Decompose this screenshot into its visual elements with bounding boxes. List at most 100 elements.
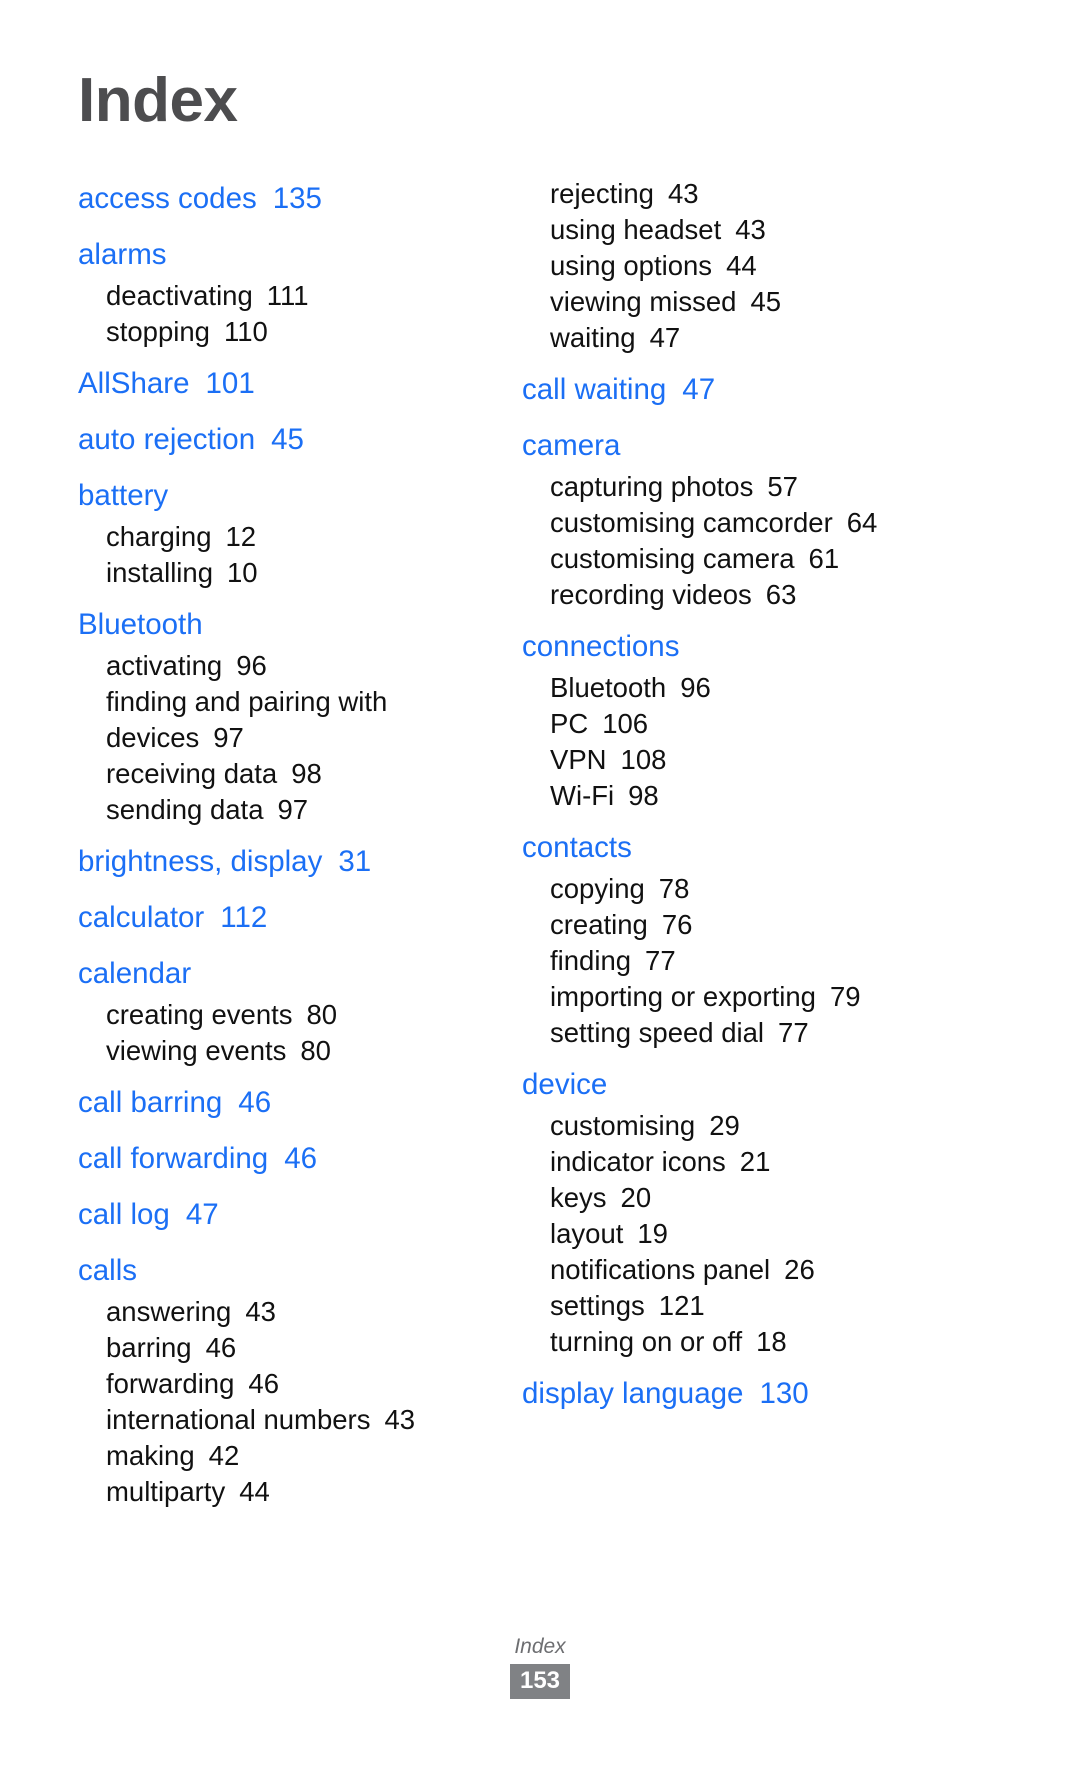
index-entry-term: making [106, 1440, 195, 1471]
index-entry-term: receiving data [106, 758, 278, 789]
index-entry-sub: using options 44 [522, 248, 938, 284]
index-entry-term: call forwarding [78, 1142, 269, 1175]
index-entry-page-number: 77 [645, 945, 676, 976]
index-entry-page-number: 21 [739, 1146, 771, 1177]
page-title: Index [78, 66, 238, 135]
index-entry-term: using options [550, 250, 713, 281]
index-entry-term: display language [522, 1377, 744, 1410]
index-entry-page-number: 101 [205, 367, 255, 400]
index-entry-page-number: 108 [620, 744, 667, 775]
index-entry-page-number: 63 [765, 579, 797, 610]
index-entry-term: deactivating [106, 280, 253, 311]
index-entry-sub: layout 19 [522, 1216, 938, 1252]
index-entry-page-number: 18 [756, 1326, 787, 1357]
index-entry-page-number: 12 [225, 521, 257, 552]
index-entry-term: charging [106, 521, 212, 552]
index-entry-term: activating [106, 650, 223, 681]
index-entry-sub: turning on or off 18 [522, 1324, 938, 1360]
index-entry-main: call log 47 [78, 1192, 490, 1237]
index-entry-term: importing or exporting [550, 981, 816, 1012]
index-entry-sub: customising camcorder 64 [522, 505, 938, 541]
index-entry-sub: notifications panel 26 [522, 1252, 938, 1288]
index-entry-page-number: 130 [759, 1377, 809, 1410]
index-entry-page-number: 45 [271, 423, 304, 456]
index-entry-term: creating events [106, 999, 293, 1030]
index-entry-sub: forwarding 46 [78, 1366, 490, 1402]
index-entry-page-number: 98 [628, 780, 659, 811]
index-entry-term: stopping [106, 316, 210, 347]
index-entry-sub: PC 106 [522, 706, 938, 742]
index-entry-main: display language 130 [522, 1371, 938, 1416]
index-entry-term: waiting [550, 322, 636, 353]
index-entry-page-number: 46 [284, 1142, 318, 1175]
index-entry-sub: VPN 108 [522, 742, 938, 778]
index-entry-sub: Bluetooth 96 [522, 670, 938, 706]
index-entry-term: customising [550, 1110, 696, 1141]
index-entry-term: setting speed dial [550, 1017, 765, 1048]
index-entry-sub: customising camera 61 [522, 541, 938, 577]
index-entry-sub: finding 77 [522, 943, 938, 979]
index-entry-page-number: 135 [272, 182, 322, 215]
index-entry-term: call waiting [522, 373, 667, 406]
index-entry-term: device [522, 1068, 608, 1101]
index-entry-sub: multiparty 44 [78, 1474, 490, 1510]
index-columns: access codes 135 alarms deactivating 111 stop… [78, 176, 1008, 1510]
index-entry-main: call waiting 47 [522, 367, 938, 412]
index-entry-term: AllShare [78, 367, 190, 400]
index-entry-page-number: 64 [846, 507, 878, 538]
index-entry-page-number: 79 [829, 981, 861, 1012]
index-entry-sub: indicator icons 21 [522, 1144, 938, 1180]
index-entry-term: calculator [78, 901, 205, 934]
index-entry-page-number: 80 [306, 999, 338, 1030]
right-column: rejecting 43 using headset 43 using options 4… [508, 176, 938, 1416]
index-entry-page-number: 96 [236, 650, 267, 681]
index-entry-term: alarms [78, 238, 167, 271]
index-entry-page-number: 106 [602, 708, 649, 739]
index-entry-page-number: 97 [213, 722, 244, 753]
index-entry-sub: capturing photos 57 [522, 469, 938, 505]
index-entry-main: calendar [78, 951, 490, 996]
index-entry-term: sending data [106, 794, 264, 825]
index-entry-page-number: 44 [239, 1476, 270, 1507]
index-entry-term: PC [550, 708, 589, 739]
index-entry-main: camera [522, 423, 938, 468]
index-entry-sub: receiving data 98 [78, 756, 490, 792]
index-entry-page-number: 43 [384, 1404, 416, 1435]
index-entry-term: viewing missed [550, 286, 737, 317]
index-entry-term: customising camera [550, 543, 795, 574]
index-entry-main: Bluetooth [78, 602, 490, 647]
index-entry-page-number: 43 [735, 214, 766, 245]
index-entry-sub: keys 20 [522, 1180, 938, 1216]
index-entry-sub: settings 121 [522, 1288, 938, 1324]
index-entry-sub: international numbers 43 [78, 1402, 490, 1438]
index-entry-term: notifications panel [550, 1254, 771, 1285]
index-entry-page-number: 31 [338, 845, 372, 878]
index-entry-term: capturing photos [550, 471, 754, 502]
index-entry-term: calls [78, 1254, 138, 1287]
index-entry-main: call forwarding 46 [78, 1136, 490, 1181]
index-entry-page-number: 121 [658, 1290, 705, 1321]
footer-page-number: 153 [509, 1664, 571, 1699]
left-column: access codes 135 alarms deactivating 111 stop… [78, 176, 508, 1510]
index-entry-main: contacts [522, 825, 938, 870]
index-entry-sub: charging 12 [78, 519, 490, 555]
index-entry-page-number: 19 [637, 1218, 668, 1249]
index-entry-page-number: 46 [238, 1086, 272, 1119]
index-entry-sub: using headset 43 [522, 212, 938, 248]
index-entry-term: brightness, display [78, 845, 323, 878]
index-entry-term: calendar [78, 957, 192, 990]
index-entry-term: finding [550, 945, 632, 976]
index-entry-sub: answering 43 [78, 1294, 490, 1330]
index-entry-term: recording videos [550, 579, 752, 610]
index-entry-main: call barring 46 [78, 1080, 490, 1125]
index-entry-page-number: 43 [245, 1296, 276, 1327]
index-entry-sub: viewing events 80 [78, 1033, 490, 1069]
index-entry-page-number: 57 [767, 471, 798, 502]
index-entry-term: layout [550, 1218, 624, 1249]
index-entry-page-number: 47 [185, 1198, 219, 1231]
index-entry-page-number: 76 [661, 909, 693, 940]
index-entry-term: Wi-Fi [550, 780, 615, 811]
index-entry-page-number: 45 [750, 286, 782, 317]
index-entry-sub: copying 78 [522, 871, 938, 907]
index-entry-main: device [522, 1062, 938, 1107]
